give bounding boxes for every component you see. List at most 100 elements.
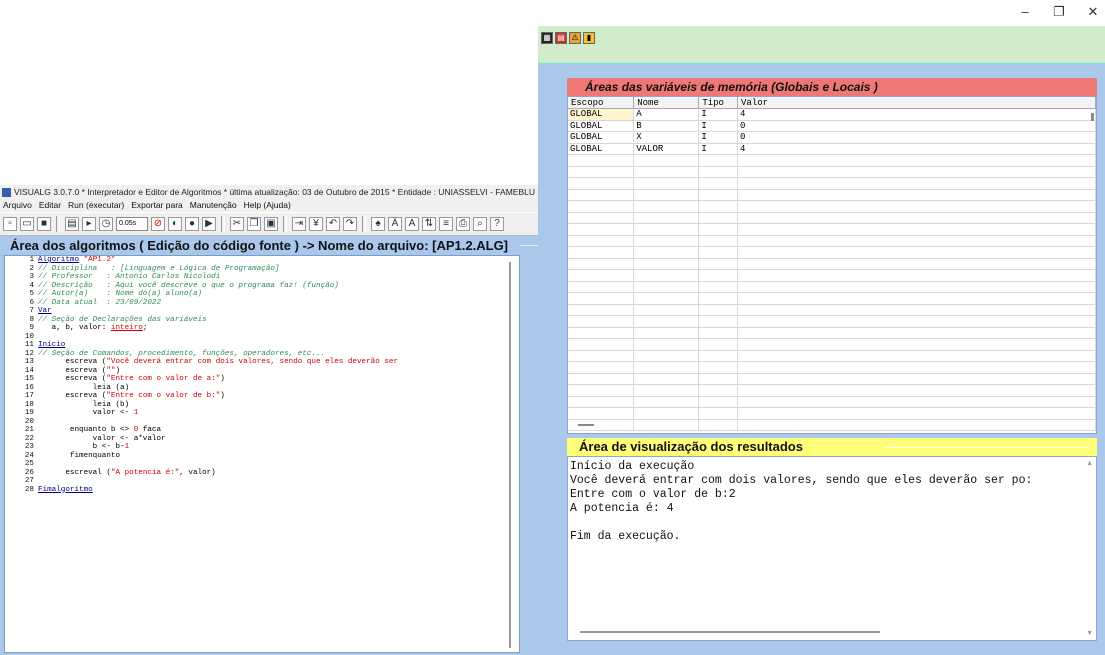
- pause-icon[interactable]: ◐: [168, 217, 182, 231]
- code-line[interactable]: 21 enquanto b <> 0 faca: [5, 426, 519, 435]
- table-row[interactable]: [568, 419, 1096, 431]
- code-line[interactable]: 26 escreval ("A potencia é:", valor): [5, 469, 519, 478]
- table-row[interactable]: [568, 350, 1096, 362]
- table-row[interactable]: [568, 189, 1096, 201]
- table-row[interactable]: [568, 200, 1096, 213]
- step-icon[interactable]: ▤: [65, 217, 79, 231]
- code-line[interactable]: 3 // Professor : Antonio Carlos Nicolodi: [5, 273, 519, 282]
- help-icon[interactable]: ?: [490, 217, 504, 231]
- code-line[interactable]: 13 escreva ("Você deverá entrar com dois…: [5, 358, 519, 367]
- redo-icon[interactable]: ↷: [343, 217, 357, 231]
- code-line[interactable]: 27: [5, 477, 519, 486]
- sort-icon[interactable]: ⇅: [422, 217, 436, 231]
- table-row[interactable]: [568, 327, 1096, 339]
- print-icon[interactable]: ⎙: [456, 217, 470, 231]
- find-icon[interactable]: ♠: [371, 217, 385, 231]
- code-line[interactable]: 16 leia (a): [5, 384, 519, 393]
- table-row[interactable]: [568, 235, 1096, 247]
- code-line[interactable]: 22 valor <- a*valor: [5, 435, 519, 444]
- code-line[interactable]: 1 Algoritmo "AP1.2": [5, 256, 519, 265]
- scroll-down-icon[interactable]: ▼: [1086, 630, 1093, 637]
- code-line[interactable]: 4 // Descrição : Aqui você descreve o que…: [5, 282, 519, 291]
- open-folder-icon[interactable]: ▭: [20, 217, 34, 231]
- table-row[interactable]: [568, 154, 1096, 167]
- output-console[interactable]: ▲ ▼ Início da execução Você deverá entrar…: [567, 456, 1097, 641]
- warning-icon[interactable]: ⚠: [569, 32, 581, 44]
- zoom-icon[interactable]: ⌕: [473, 217, 487, 231]
- table-row[interactable]: [568, 177, 1096, 190]
- comment-icon[interactable]: ¥: [309, 217, 323, 231]
- stop-icon[interactable]: ⊘: [151, 217, 165, 231]
- code-line[interactable]: 19 valor <- 1: [5, 409, 519, 418]
- column-header[interactable]: Escopo: [568, 97, 635, 109]
- table-row[interactable]: GLOBAL X I 0: [568, 131, 1096, 144]
- code-line[interactable]: 2 // Disciplina : [Linguagem e Lógica de …: [5, 265, 519, 274]
- table-row[interactable]: [568, 269, 1096, 282]
- table-icon[interactable]: ▤: [555, 32, 567, 44]
- cut-icon[interactable]: ✂: [230, 217, 244, 231]
- code-line[interactable]: 6 // Data atual : 23/09/2022: [5, 299, 519, 308]
- breakpoint-icon[interactable]: ●: [185, 217, 199, 231]
- code-line[interactable]: 15 escreva ("Entre com o valor de a:"): [5, 375, 519, 384]
- variables-table[interactable]: Escopo Nome Tipo Valor GLOBAL A I 4 GLOBAL B I 0 GL…: [567, 96, 1097, 434]
- table-row[interactable]: [568, 407, 1096, 420]
- column-header[interactable]: Nome: [633, 97, 700, 109]
- table-row[interactable]: [568, 361, 1096, 374]
- table-row[interactable]: [568, 212, 1096, 224]
- output-hscrollbar[interactable]: [580, 631, 880, 633]
- code-editor[interactable]: 1 Algoritmo "AP1.2" 2 // Disciplina : [Ling…: [4, 255, 520, 653]
- code-line[interactable]: 14 escreva (""): [5, 367, 519, 376]
- table-row[interactable]: [568, 304, 1096, 316]
- menu-item[interactable]: Help (Ajuda): [244, 199, 291, 212]
- menu-item[interactable]: Editar: [39, 199, 61, 212]
- undo-icon[interactable]: ↶: [326, 217, 340, 231]
- scroll-up-icon[interactable]: ▲: [1086, 460, 1093, 467]
- table-row[interactable]: [568, 292, 1096, 305]
- table-row[interactable]: [568, 166, 1096, 178]
- menu-item[interactable]: Manutenção: [190, 199, 237, 212]
- code-line[interactable]: 20: [5, 418, 519, 427]
- variables-hscrollbar[interactable]: [578, 424, 594, 426]
- table-row[interactable]: [568, 373, 1096, 385]
- paste-icon[interactable]: ▣: [264, 217, 278, 231]
- font-icon[interactable]: A: [405, 217, 419, 231]
- indent-icon[interactable]: ⇥: [292, 217, 306, 231]
- table-row[interactable]: GLOBAL VALOR I 4: [568, 143, 1096, 155]
- table-row[interactable]: GLOBAL B I 0: [568, 120, 1096, 132]
- variables-scrollbar[interactable]: [1091, 113, 1094, 121]
- minimize-button[interactable]: –: [1019, 4, 1031, 20]
- table-row[interactable]: [568, 281, 1096, 293]
- copy-icon[interactable]: ❐: [247, 217, 261, 231]
- trace-icon[interactable]: ▶: [202, 217, 216, 231]
- code-line[interactable]: 10: [5, 333, 519, 342]
- menu-item[interactable]: Run (executar): [68, 199, 124, 212]
- code-line[interactable]: 28 Fimalgoritmo: [5, 486, 519, 495]
- column-header[interactable]: Valor: [737, 97, 1096, 109]
- table-row[interactable]: [568, 246, 1096, 259]
- table-row[interactable]: [568, 338, 1096, 351]
- column-header[interactable]: Tipo: [698, 97, 739, 109]
- code-line[interactable]: 7 Var: [5, 307, 519, 316]
- close-button[interactable]: ✕: [1087, 4, 1099, 20]
- code-line[interactable]: 23 b <- b-1: [5, 443, 519, 452]
- grid-icon[interactable]: ▦: [541, 32, 553, 44]
- speed-select[interactable]: 0.05s: [116, 217, 148, 231]
- run-icon[interactable]: ▸: [82, 217, 96, 231]
- code-line[interactable]: 11 Inicio: [5, 341, 519, 350]
- table-row[interactable]: [568, 384, 1096, 397]
- exit-icon[interactable]: ▮: [583, 32, 595, 44]
- replace-icon[interactable]: Ä: [388, 217, 402, 231]
- code-line[interactable]: 24 fimenquanto: [5, 452, 519, 461]
- code-line[interactable]: 5 // Autor(a) : Nome do(a) aluno(a): [5, 290, 519, 299]
- code-line[interactable]: 18 leia (b): [5, 401, 519, 410]
- table-row[interactable]: [568, 396, 1096, 408]
- save-icon[interactable]: ■: [37, 217, 51, 231]
- table-row[interactable]: GLOBAL A I 4: [568, 108, 1096, 121]
- format-icon[interactable]: ≡: [439, 217, 453, 231]
- timer-icon[interactable]: ◷: [99, 217, 113, 231]
- table-row[interactable]: [568, 223, 1096, 236]
- code-line[interactable]: 25: [5, 460, 519, 469]
- menu-item[interactable]: Arquivo: [3, 199, 32, 212]
- code-line[interactable]: 12 // Seção de Comandos, procedimento, fu…: [5, 350, 519, 359]
- code-line[interactable]: 8 // Seção de Declarações das variáveis: [5, 316, 519, 325]
